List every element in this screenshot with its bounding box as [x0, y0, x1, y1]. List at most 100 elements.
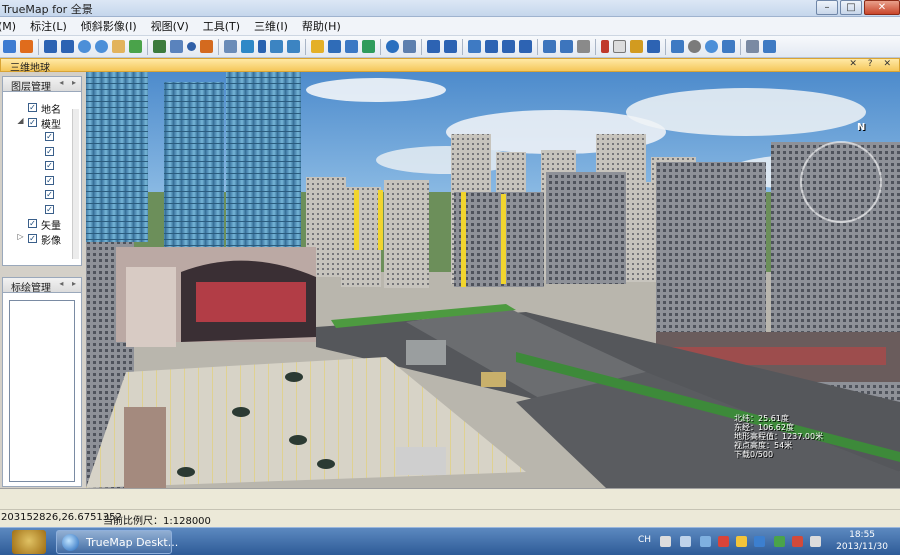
tray-icon[interactable] — [700, 536, 711, 547]
menu-item-oblique-imagery[interactable]: 倾斜影像(I) — [74, 18, 144, 34]
rectangle-icon[interactable] — [200, 40, 213, 53]
layer-checkbox[interactable]: ✓ — [45, 146, 54, 156]
menu-item-map[interactable]: (M) — [0, 20, 23, 33]
screen-icon[interactable] — [468, 40, 481, 53]
redo-icon[interactable] — [61, 40, 74, 53]
point-icon[interactable] — [187, 42, 196, 51]
status-bar-row: 203152826,26.6751352 当前比例尺：1:128000 — [0, 509, 900, 527]
back-icon[interactable] — [427, 40, 440, 53]
undo-icon[interactable] — [44, 40, 57, 53]
keyboard-icon[interactable] — [660, 536, 671, 547]
volume-icon[interactable] — [810, 536, 821, 547]
minimize-button[interactable]: – — [816, 0, 838, 15]
copy-icon[interactable] — [170, 40, 183, 53]
measure-line-icon[interactable] — [270, 40, 283, 53]
fly-icon[interactable] — [647, 40, 660, 53]
layer-label: 地名 — [41, 105, 61, 116]
menu-bar: (M) 标注(L) 倾斜影像(I) 视图(V) 工具(T) 三维(I) 帮助(H… — [0, 17, 900, 36]
toolbar-separator — [462, 38, 463, 55]
elevation-readout: 地形高程值：1237.00米 — [734, 432, 824, 441]
clock[interactable]: 18:55 2013/11/30 — [836, 529, 888, 553]
record-icon[interactable] — [519, 40, 532, 53]
language-indicator[interactable]: CH — [638, 535, 651, 545]
refresh-icon[interactable] — [386, 40, 399, 53]
3d-view[interactable]: N 北纬：25.61度 东经：106.62度 地形高程值：1237.00米 视点… — [86, 72, 900, 488]
window-title: TrueMap for 全景 — [2, 3, 93, 16]
app-tray-icon[interactable] — [754, 536, 765, 547]
maximize-button[interactable]: □ — [840, 0, 862, 15]
dock-controls[interactable]: ✕ ? ✕ — [849, 59, 895, 69]
settings-dropdown-icon[interactable] — [688, 40, 701, 53]
walk-icon[interactable] — [630, 40, 643, 53]
layer-checkbox[interactable]: ✓ — [45, 204, 54, 214]
layer-checkbox[interactable]: ✓ — [45, 190, 54, 199]
angle-icon[interactable] — [560, 40, 573, 53]
mark-panel-title: 标绘管理 — [11, 283, 51, 294]
image-icon[interactable] — [362, 40, 375, 53]
scale-readout: 当前比例尺：1:128000 — [103, 516, 211, 527]
update-icon[interactable] — [736, 536, 747, 547]
print-icon[interactable] — [224, 40, 237, 53]
latitude-readout: 北纬：25.61度 — [734, 414, 789, 423]
measure-point-icon[interactable] — [258, 40, 266, 53]
polyline-icon[interactable] — [601, 40, 609, 53]
pointer-icon[interactable] — [613, 40, 626, 53]
tree-expander-icon[interactable]: ▷ — [16, 232, 25, 241]
comment-icon[interactable] — [345, 40, 358, 53]
layer-tree-scrollbar[interactable] — [72, 109, 79, 259]
display-icon[interactable] — [792, 536, 803, 547]
document-dropdown-icon[interactable] — [671, 40, 684, 53]
export-icon[interactable] — [241, 40, 254, 53]
close-button[interactable]: ✕ — [864, 0, 900, 15]
measure-area-icon[interactable] — [287, 40, 300, 53]
menu-item-3d[interactable]: 三维(I) — [247, 18, 295, 34]
layer-icon[interactable] — [153, 40, 166, 53]
layer-checkbox[interactable]: ✓ — [45, 132, 54, 141]
panel-nav-arrows[interactable]: ◂ ▸ — [59, 279, 79, 288]
security-icon[interactable] — [718, 536, 729, 547]
zoom-out-icon[interactable] — [95, 40, 108, 53]
download-readout: 下载0/500 — [734, 450, 774, 459]
menu-item-annotate[interactable]: 标注(L) — [23, 18, 74, 34]
tree-expander-icon[interactable]: ◢ — [16, 116, 25, 125]
label-icon[interactable] — [311, 40, 324, 53]
toolbar-separator — [147, 38, 148, 55]
toolbar-options-icon[interactable] — [746, 40, 759, 53]
network-icon[interactable] — [680, 536, 691, 547]
layer-checkbox[interactable]: ✓ — [45, 161, 54, 170]
height-icon[interactable] — [577, 40, 590, 53]
layer-checkbox[interactable]: ✓ — [45, 175, 54, 185]
magnify-dropdown-icon[interactable] — [705, 40, 718, 53]
toolbar-separator — [537, 38, 538, 55]
mark-list[interactable] — [9, 300, 75, 482]
select-area-icon[interactable] — [543, 40, 556, 53]
menu-item-view[interactable]: 视图(V) — [144, 18, 196, 34]
monitor-icon[interactable] — [763, 40, 776, 53]
panel-nav-arrows[interactable]: ◂ ▸ — [59, 78, 79, 87]
rewind-icon[interactable] — [502, 40, 515, 53]
compass-north-label[interactable]: N — [857, 122, 865, 133]
open-icon[interactable] — [3, 40, 16, 53]
pan-hand-icon[interactable] — [112, 40, 125, 53]
fit-icon[interactable] — [403, 40, 416, 53]
forward-icon[interactable] — [444, 40, 457, 53]
display-dropdown-icon[interactable] — [722, 40, 735, 53]
start-button[interactable] — [12, 530, 46, 554]
app-globe-icon — [62, 534, 79, 551]
layer-checkbox[interactable]: ✓ — [28, 219, 37, 228]
marker-icon[interactable] — [328, 40, 341, 53]
shield-icon[interactable] — [774, 536, 785, 547]
title-bar: TrueMap for 全景 – □ ✕ — [0, 0, 900, 17]
zoom-in-icon[interactable] — [78, 40, 91, 53]
layer-checkbox[interactable]: ✓ — [28, 103, 37, 112]
layer-checkbox[interactable]: ✓ — [28, 117, 37, 127]
full-extent-icon[interactable] — [129, 40, 142, 53]
menu-item-help[interactable]: 帮助(H) — [295, 18, 348, 34]
menu-item-tools[interactable]: 工具(T) — [196, 18, 247, 34]
toolbar-separator — [740, 38, 741, 55]
position-readout: 北纬：25.61度 东经：106.62度 地形高程值：1237.00米 视点高度… — [734, 414, 823, 459]
stop-icon[interactable] — [20, 40, 33, 53]
layer-checkbox[interactable]: ✓ — [28, 233, 37, 243]
play-icon[interactable] — [485, 40, 498, 53]
taskbar-app-button[interactable]: TrueMap Deskt... — [56, 530, 178, 554]
